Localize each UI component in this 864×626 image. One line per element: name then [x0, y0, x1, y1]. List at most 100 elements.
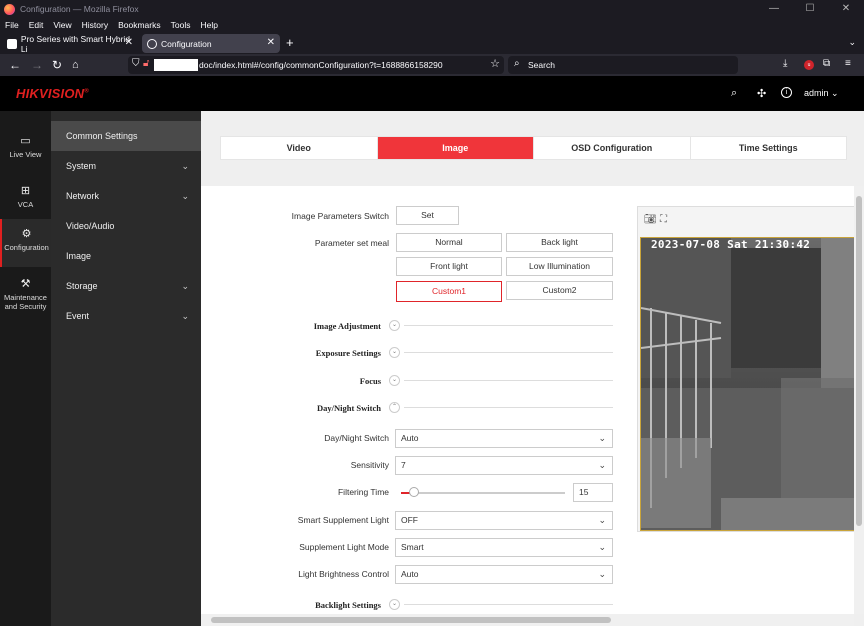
url-bar[interactable]: ⛉ 🔓︎ doc/index.html#/config/commonConfig…: [128, 56, 504, 74]
bookmark-star-icon[interactable]: ☆: [490, 57, 500, 70]
search-placeholder: Search: [528, 60, 555, 70]
chevron-double-down-icon[interactable]: ⌄: [389, 320, 400, 331]
search-bar[interactable]: ⌕ Search: [508, 56, 738, 74]
firefox-logo-icon: [4, 3, 15, 15]
tab-time-settings[interactable]: Time Settings: [691, 137, 847, 159]
day-night-switch-select[interactable]: Auto ⌄: [395, 429, 613, 448]
section-day-night-switch[interactable]: Day/Night Switch: [261, 403, 381, 413]
preview-video[interactable]: 2023-07-08 Sat 21:30:42: [640, 237, 854, 531]
browser-tab-pro-series[interactable]: Pro Series with Smart Hybrid Li ✕: [2, 33, 138, 54]
meal-low-illumination-button[interactable]: Low Illumination: [506, 257, 613, 276]
submenu-system[interactable]: System ⌄: [51, 151, 201, 181]
rail-item-live-view[interactable]: ▭ Live View: [0, 126, 51, 174]
light-brightness-control-select[interactable]: Auto ⌄: [395, 565, 613, 584]
user-menu[interactable]: admin ⌄: [804, 88, 839, 99]
vertical-scrollbar[interactable]: [854, 186, 864, 614]
rail-label: Live View: [9, 150, 42, 159]
chevron-double-down-icon[interactable]: ⌄: [389, 347, 400, 358]
puzzle-icon[interactable]: ✣: [757, 87, 766, 100]
meal-back-light-button[interactable]: Back light: [506, 233, 613, 252]
supplement-light-mode-label: Supplement Light Mode: [299, 542, 389, 552]
section-backlight-settings[interactable]: Backlight Settings: [261, 600, 381, 610]
close-tab-icon[interactable]: ✕: [125, 37, 133, 48]
app-header: HIKVISION® ⌕ ✣ i admin ⌄: [0, 76, 864, 111]
tab-bar: Pro Series with Smart Hybrid Li ✕ Config…: [0, 32, 864, 54]
camera-snapshot-icon[interactable]: 📷︎: [644, 214, 657, 225]
insecure-lock-icon[interactable]: 🔓︎: [143, 58, 149, 69]
search-icon: ⌕: [514, 58, 520, 69]
home-icon[interactable]: ⌂: [72, 57, 79, 73]
globe-favicon-icon: [147, 38, 157, 49]
back-arrow-icon[interactable]: ←: [9, 57, 21, 73]
close-window-button[interactable]: ✕: [828, 0, 864, 18]
tab-osd-configuration[interactable]: OSD Configuration: [534, 137, 691, 159]
downloads-icon[interactable]: ⤓: [783, 58, 787, 69]
chevron-down-icon: ⌄: [598, 542, 606, 552]
reload-icon[interactable]: ↻: [52, 57, 62, 73]
maximize-button[interactable]: ☐: [792, 0, 828, 18]
chevron-down-icon: ⌄: [181, 281, 189, 291]
chevron-double-down-icon[interactable]: ⌄: [389, 599, 400, 610]
ublock-icon[interactable]: u: [804, 60, 814, 70]
night-scene-image: [641, 238, 854, 530]
horizontal-scrollbar[interactable]: [201, 614, 854, 626]
rail-item-maintenance[interactable]: ⚒ Maintenance and Security: [0, 269, 51, 317]
chevron-double-up-icon[interactable]: ⌃: [389, 402, 400, 413]
chevron-double-down-icon[interactable]: ⌄: [389, 375, 400, 386]
fullscreen-icon[interactable]: ⛶: [660, 214, 667, 225]
url-text[interactable]: doc/index.html#/config/commonConfigurati…: [199, 60, 443, 70]
minimize-button[interactable]: —: [756, 0, 792, 18]
filtering-time-slider-handle[interactable]: [409, 487, 420, 497]
smart-supplement-light-select[interactable]: OFF ⌄: [395, 511, 613, 530]
supplement-light-mode-select[interactable]: Smart ⌄: [395, 538, 613, 557]
list-tabs-button[interactable]: ⌄: [848, 37, 856, 48]
section-focus[interactable]: Focus: [261, 376, 381, 386]
filtering-time-input[interactable]: 15: [573, 483, 613, 502]
submenu-event[interactable]: Event ⌄: [51, 301, 201, 331]
menu-tools[interactable]: Tools: [171, 20, 191, 30]
section-exposure-settings[interactable]: Exposure Settings: [261, 348, 381, 358]
filtering-time-slider[interactable]: [401, 492, 565, 494]
forward-arrow-icon[interactable]: →: [31, 57, 43, 73]
content-tabs: Video Image OSD Configuration Time Setti…: [220, 136, 847, 160]
submenu-image[interactable]: Image: [51, 241, 201, 271]
info-icon[interactable]: i: [781, 87, 792, 98]
search-icon[interactable]: ⌕: [731, 87, 737, 100]
meal-front-light-button[interactable]: Front light: [396, 257, 502, 276]
window-title: Configuration — Mozilla Firefox: [20, 4, 139, 14]
menu-view[interactable]: View: [53, 20, 71, 30]
submenu-storage[interactable]: Storage ⌄: [51, 271, 201, 301]
scrollbar-thumb[interactable]: [211, 617, 611, 623]
extensions-icon[interactable]: ⧉: [823, 58, 830, 69]
tab-video[interactable]: Video: [221, 137, 378, 159]
meal-normal-button[interactable]: Normal: [396, 233, 502, 252]
light-brightness-control-label: Light Brightness Control: [298, 569, 389, 579]
chevron-down-icon: ⌄: [598, 515, 606, 525]
submenu-video-audio[interactable]: Video/Audio: [51, 211, 201, 241]
menu-help[interactable]: Help: [200, 20, 217, 30]
menu-edit[interactable]: Edit: [29, 20, 44, 30]
submenu-common-settings[interactable]: Common Settings: [51, 121, 201, 151]
sensitivity-label: Sensitivity: [350, 460, 389, 470]
sensitivity-select[interactable]: 7 ⌄: [395, 456, 613, 475]
tab-label: Pro Series with Smart Hybrid Li: [20, 33, 131, 54]
tracking-shield-icon[interactable]: ⛉: [132, 58, 140, 69]
menu-bookmarks[interactable]: Bookmarks: [118, 20, 161, 30]
rail-item-vca[interactable]: ⊞ VCA: [0, 176, 51, 224]
hamburger-menu-icon[interactable]: ≡: [845, 58, 851, 69]
browser-tab-configuration[interactable]: Configuration ✕: [142, 34, 280, 53]
rail-item-configuration[interactable]: ⚙ Configuration: [0, 219, 51, 267]
menu-file[interactable]: File: [5, 20, 19, 30]
set-button[interactable]: Set: [396, 206, 459, 225]
new-tab-button[interactable]: +: [286, 35, 294, 50]
section-image-adjustment[interactable]: Image Adjustment: [261, 321, 381, 331]
close-tab-icon[interactable]: ✕: [267, 37, 275, 48]
tab-image[interactable]: Image: [377, 137, 534, 159]
meal-custom2-button[interactable]: Custom2: [506, 281, 613, 300]
page-favicon-icon: [7, 38, 17, 49]
chevron-down-icon: ⌄: [598, 460, 606, 470]
meal-custom1-button[interactable]: Custom1: [396, 281, 502, 302]
submenu-network[interactable]: Network ⌄: [51, 181, 201, 211]
scrollbar-thumb[interactable]: [856, 196, 862, 526]
menu-history[interactable]: History: [82, 20, 108, 30]
